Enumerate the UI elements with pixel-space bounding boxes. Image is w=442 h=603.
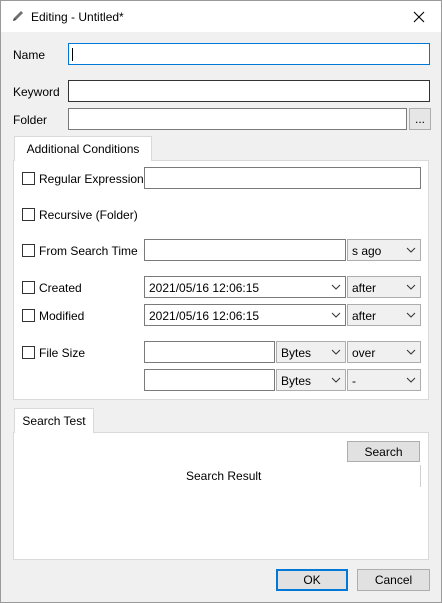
chevron-down-icon — [331, 312, 341, 318]
search-button[interactable]: Search — [347, 441, 420, 462]
chevron-down-icon — [331, 349, 341, 355]
pencil-icon — [11, 9, 25, 23]
file-size-max-input[interactable] — [144, 369, 275, 391]
window-title: Editing - Untitled* — [31, 10, 124, 24]
from-search-time-label: From Search Time — [39, 244, 138, 258]
file-size-min-compare-select[interactable]: over — [347, 341, 421, 363]
search-result-label: Search Result — [186, 469, 262, 483]
recursive-label: Recursive (Folder) — [39, 208, 138, 222]
folder-input[interactable] — [68, 108, 407, 130]
chevron-down-icon — [406, 247, 416, 253]
title-bar[interactable]: Editing - Untitled* — [1, 1, 441, 32]
from-search-time-checkbox[interactable] — [22, 244, 35, 257]
chevron-down-icon — [406, 312, 416, 318]
from-search-time-input[interactable] — [144, 239, 346, 261]
cancel-button[interactable]: Cancel — [357, 569, 430, 591]
file-size-max-unit-select[interactable]: Bytes — [276, 369, 346, 391]
tab-search-test[interactable]: Search Test — [14, 408, 94, 433]
chevron-down-icon — [406, 349, 416, 355]
chevron-down-icon — [331, 284, 341, 290]
regex-checkbox[interactable] — [22, 172, 35, 185]
edit-dialog: Editing - Untitled* Name Keyword Folder … — [0, 0, 442, 603]
created-checkbox[interactable] — [22, 281, 35, 294]
name-label: Name — [13, 48, 46, 62]
from-search-unit-select[interactable]: s ago — [347, 239, 421, 261]
keyword-label: Keyword — [13, 85, 60, 99]
result-divider — [420, 465, 421, 487]
regex-input[interactable] — [144, 167, 421, 189]
modified-checkbox[interactable] — [22, 309, 35, 322]
keyword-input[interactable] — [68, 80, 430, 102]
modified-compare-select[interactable]: after — [347, 304, 421, 326]
folder-label: Folder — [13, 113, 48, 127]
name-input[interactable] — [68, 43, 430, 65]
created-label: Created — [39, 281, 82, 295]
file-size-min-unit-select[interactable]: Bytes — [276, 341, 346, 363]
text-caret — [72, 48, 73, 61]
created-date-picker[interactable]: 2021/05/16 12:06:15 — [144, 276, 346, 298]
chevron-down-icon — [331, 377, 341, 383]
chevron-down-icon — [406, 284, 416, 290]
close-button[interactable] — [397, 1, 441, 32]
file-size-checkbox[interactable] — [22, 346, 35, 359]
regex-label: Regular Expression — [39, 172, 144, 186]
created-compare-select[interactable]: after — [347, 276, 421, 298]
modified-date-picker[interactable]: 2021/05/16 12:06:15 — [144, 304, 346, 326]
file-size-min-input[interactable] — [144, 341, 275, 363]
recursive-checkbox[interactable] — [22, 208, 35, 221]
tab-additional-conditions[interactable]: Additional Conditions — [14, 136, 152, 161]
file-size-label: File Size — [39, 346, 86, 360]
ok-button[interactable]: OK — [276, 569, 348, 591]
file-size-max-compare-select[interactable]: - — [347, 369, 421, 391]
modified-label: Modified — [39, 309, 85, 323]
browse-folder-button[interactable]: ... — [409, 108, 431, 130]
chevron-down-icon — [406, 377, 416, 383]
close-icon — [413, 11, 425, 22]
